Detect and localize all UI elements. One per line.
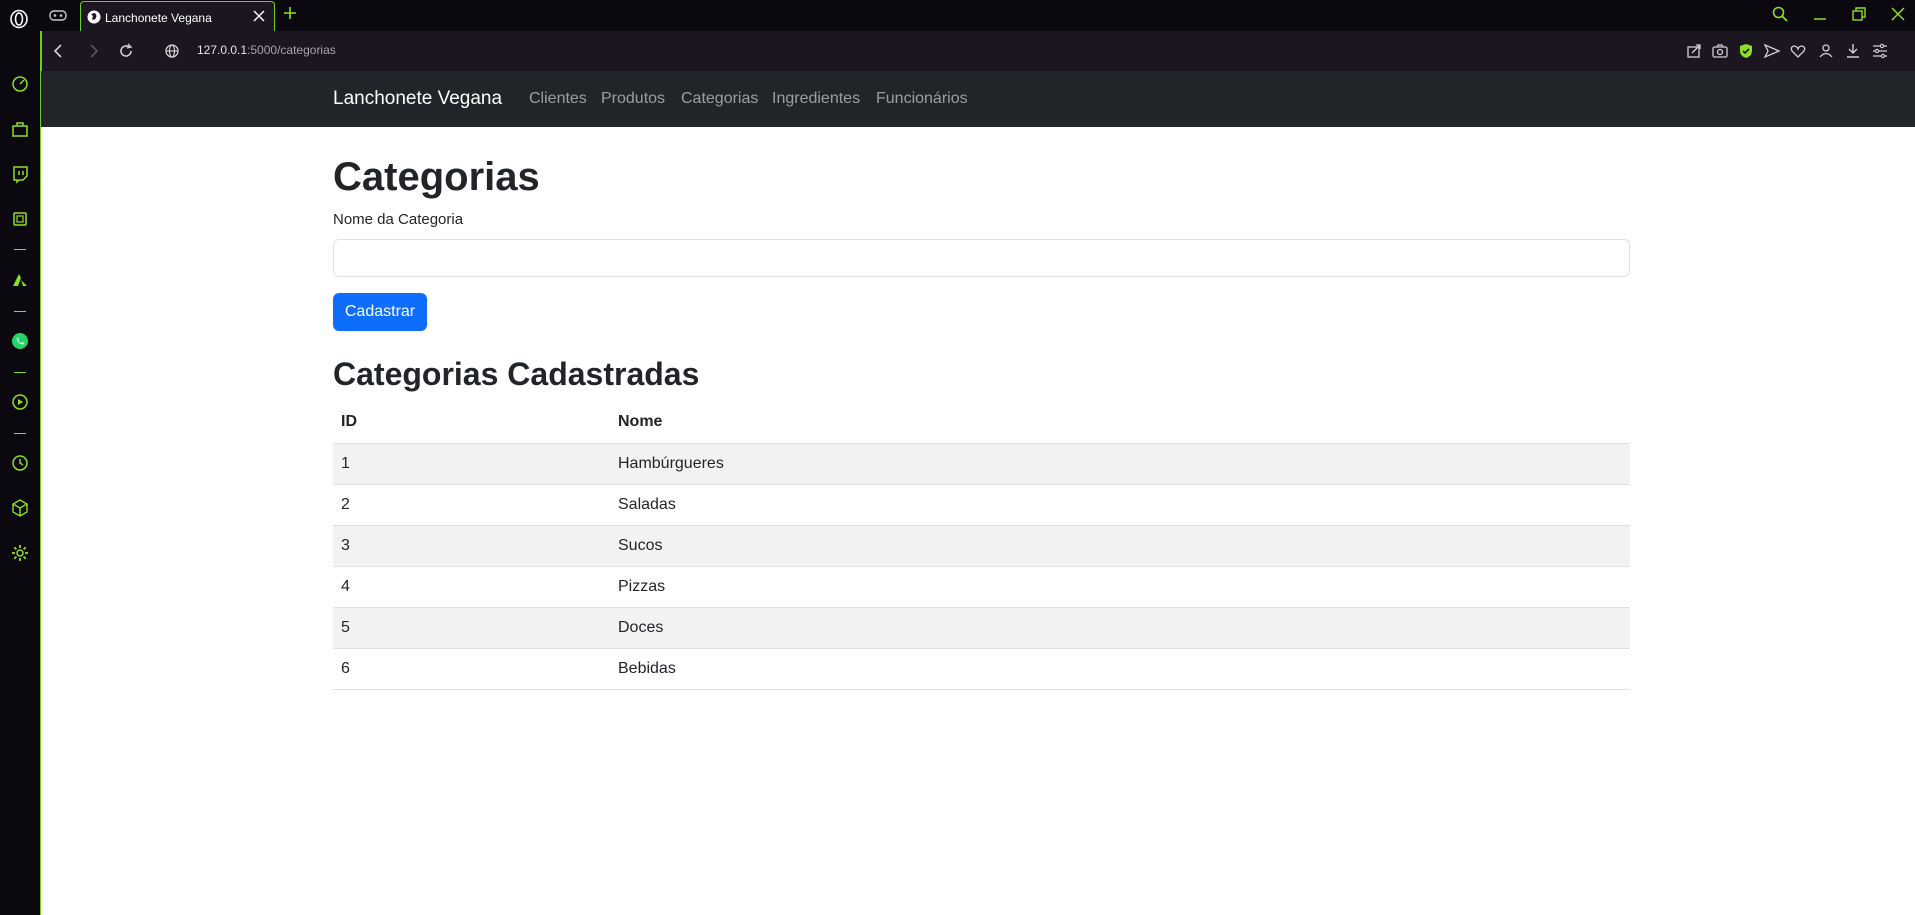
heart-icon[interactable] [1789, 42, 1807, 60]
settings-gear-icon[interactable] [10, 543, 30, 563]
cell-id: 6 [333, 648, 610, 690]
restore-icon[interactable] [1850, 5, 1868, 23]
easy-setup-menu-icon[interactable] [1871, 42, 1889, 60]
whatsapp-icon[interactable] [10, 331, 30, 351]
reload-icon[interactable] [117, 42, 135, 60]
table-row: 1 Hambúrgueres [333, 443, 1630, 485]
table-header-row: ID Nome [333, 402, 1630, 444]
extensions-cube-icon[interactable] [10, 498, 30, 518]
music-player-icon[interactable] [10, 392, 30, 412]
back-icon[interactable] [50, 42, 68, 60]
column-header-id: ID [333, 402, 610, 444]
cpu-limiter-icon[interactable] [10, 209, 30, 229]
vpn-shield-icon[interactable] [1737, 42, 1755, 60]
tab-bar: Lanchonete Vegana [0, 0, 1915, 32]
table-row: 3 Sucos [333, 525, 1630, 567]
cell-nome: Pizzas [610, 566, 1630, 608]
sidebar-separator [14, 372, 26, 373]
gamepad-icon[interactable] [48, 7, 68, 23]
browser-window: Lanchonete Vegana 127.0.0.1:5000/categor… [0, 0, 1915, 915]
submit-button[interactable]: Cadastrar [333, 293, 427, 331]
url-field[interactable]: 127.0.0.1:5000/categorias [197, 43, 336, 57]
download-icon[interactable] [1844, 42, 1862, 60]
nav-link-funcionarios[interactable]: Funcionários [876, 90, 968, 108]
camera-icon[interactable] [1711, 42, 1729, 60]
send-icon[interactable] [1763, 42, 1781, 60]
twitch-icon[interactable] [10, 164, 30, 184]
page-title: Categorias [333, 155, 540, 199]
url-host: 127.0.0.1 [197, 43, 248, 57]
site-navbar: Lanchonete Vegana Clientes Produtos Cate… [41, 71, 1915, 127]
table-row: 2 Saladas [333, 484, 1630, 526]
cell-id: 4 [333, 566, 610, 608]
cell-nome: Sucos [610, 525, 1630, 567]
nav-link-produtos[interactable]: Produtos [601, 90, 665, 108]
table-row: 6 Bebidas [333, 648, 1630, 690]
browser-sidebar [0, 31, 41, 915]
minimize-icon[interactable] [1811, 5, 1829, 23]
column-header-nome: Nome [610, 402, 1630, 444]
registered-categories-title: Categorias Cadastradas [333, 356, 700, 392]
url-path: :5000/categorias [247, 43, 336, 57]
navbar-brand[interactable]: Lanchonete Vegana [333, 88, 502, 110]
profile-icon[interactable] [1817, 42, 1835, 60]
share-icon[interactable] [1685, 42, 1703, 60]
cell-nome: Bebidas [610, 648, 1630, 690]
search-icon[interactable] [1771, 5, 1789, 23]
forward-icon[interactable] [84, 42, 102, 60]
page-viewport: Lanchonete Vegana Clientes Produtos Cate… [41, 71, 1915, 915]
cell-id: 2 [333, 484, 610, 526]
site-info-globe-icon[interactable] [163, 42, 181, 60]
table-row: 4 Pizzas [333, 566, 1630, 608]
gx-corner-bag-icon[interactable] [10, 119, 30, 139]
opera-gx-logo-icon[interactable] [9, 9, 29, 29]
cell-id: 1 [333, 443, 610, 485]
cell-id: 5 [333, 607, 610, 649]
gx-control-speedometer-icon[interactable] [10, 74, 30, 94]
globe-favicon-icon [87, 10, 101, 24]
nav-link-clientes[interactable]: Clientes [529, 90, 587, 108]
nav-link-ingredientes[interactable]: Ingredientes [772, 90, 860, 108]
new-tab-plus-icon[interactable] [282, 5, 298, 21]
categories-table: ID Nome 1 Hambúrgueres 2 Saladas 3 Sucos [333, 402, 1630, 690]
sidebar-separator [14, 311, 26, 312]
table-row: 5 Doces [333, 607, 1630, 649]
category-name-label: Nome da Categoria [333, 211, 464, 228]
sidebar-separator [14, 433, 26, 434]
cell-nome: Doces [610, 607, 1630, 649]
sidebar-separator [14, 249, 26, 250]
history-clock-icon[interactable] [10, 453, 30, 473]
close-tab-icon[interactable] [252, 9, 266, 23]
tab-title: Lanchonete Vegana [105, 11, 212, 25]
address-bar-row: 127.0.0.1:5000/categorias [41, 31, 1915, 71]
cell-nome: Saladas [610, 484, 1630, 526]
cell-nome: Hambúrgueres [610, 443, 1630, 485]
tab-active[interactable]: Lanchonete Vegana [80, 1, 275, 32]
aria-ai-icon[interactable] [10, 270, 30, 290]
cell-id: 3 [333, 525, 610, 567]
nav-link-categorias[interactable]: Categorias [681, 90, 758, 108]
category-name-input[interactable] [333, 239, 1630, 277]
close-window-icon[interactable] [1889, 5, 1907, 23]
